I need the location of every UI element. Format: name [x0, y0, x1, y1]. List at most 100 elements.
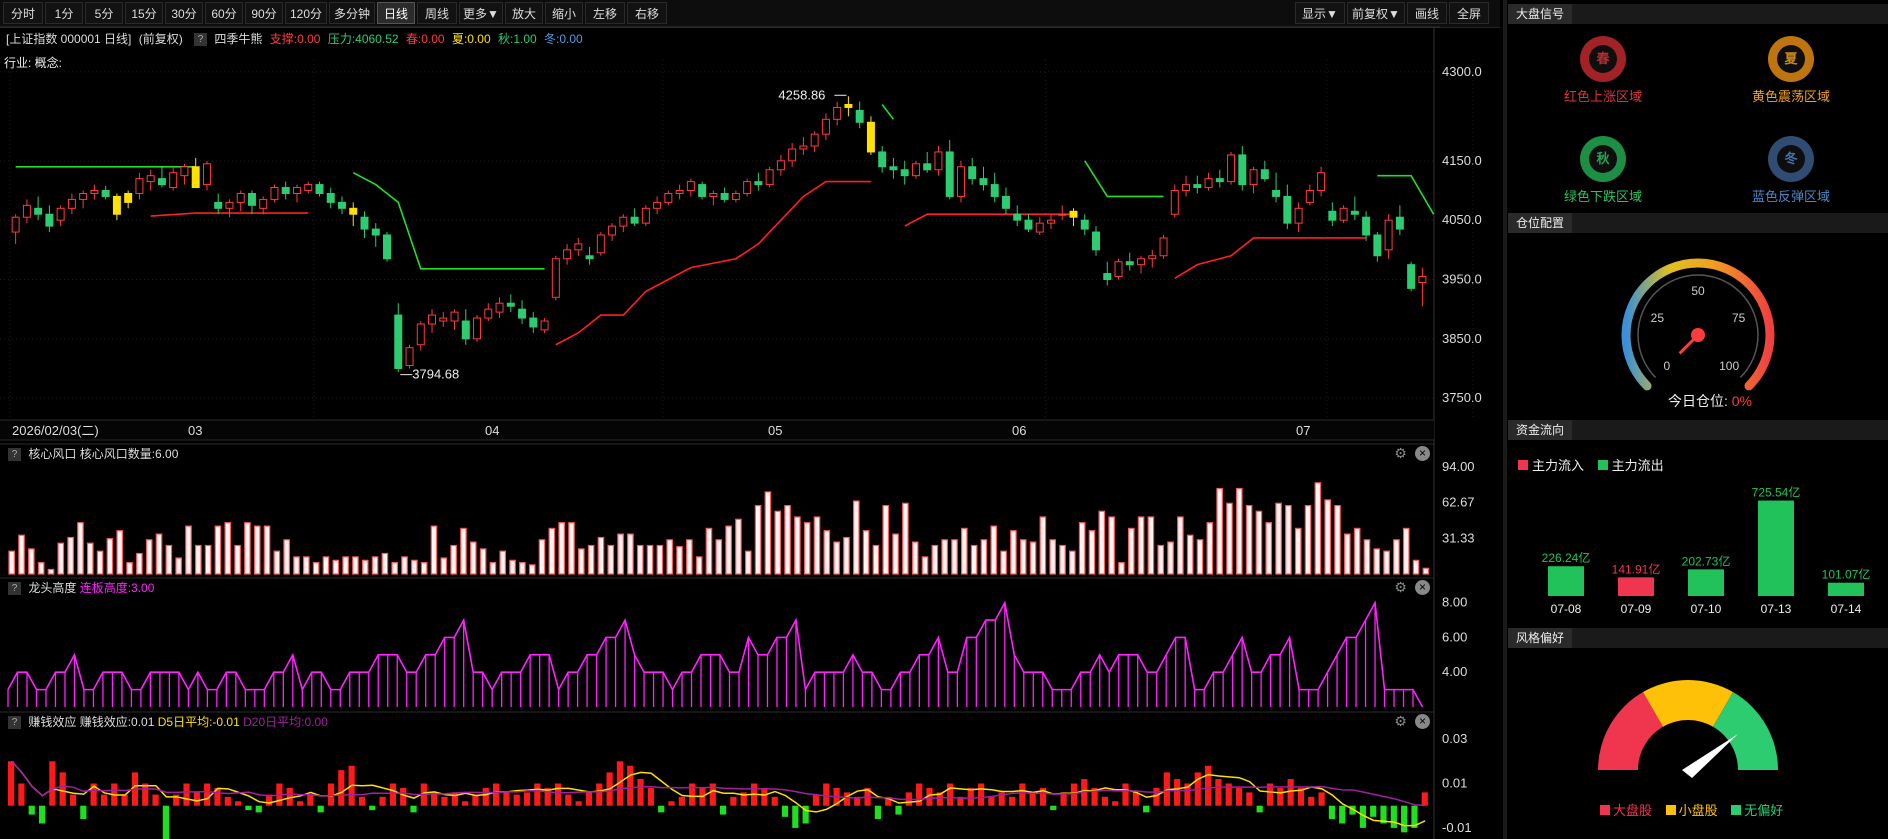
money-effect-bar [379, 796, 386, 806]
core-wind-bar [303, 556, 310, 575]
candle [956, 160, 965, 203]
help-icon[interactable]: ? [8, 448, 21, 462]
candle-body [1001, 195, 1010, 209]
candle-body [1204, 178, 1213, 189]
candle [112, 193, 121, 221]
candle [1159, 235, 1168, 259]
candle [945, 140, 954, 200]
money-effect-bar [183, 783, 190, 806]
money-effect-bar [28, 805, 35, 815]
close-icon[interactable]: × [1415, 580, 1430, 595]
candle-body [45, 213, 54, 227]
candle [1125, 252, 1134, 271]
candle-body [450, 311, 459, 322]
fund-flow-value: 725.54亿 [1752, 485, 1801, 500]
panel-tick-label: 31.33 [1442, 530, 1475, 545]
season-badge-icon: 夏 [1768, 36, 1814, 82]
money-effect-bar [472, 794, 479, 806]
candle-body [855, 109, 864, 123]
core-wind-bar [1255, 510, 1263, 575]
money-effect-bar [441, 796, 448, 806]
candle-body [540, 320, 549, 331]
money-effect-bar [1215, 779, 1222, 806]
money-effect-bar [369, 805, 376, 811]
season-glyph: 秋 [1589, 145, 1617, 173]
money-effect-bar [1390, 805, 1397, 828]
price-tick-label: 4300.0 [1442, 64, 1482, 79]
money-effect-bar [1070, 783, 1078, 806]
candle-body [529, 317, 538, 328]
support-line [1174, 237, 1367, 279]
season-glyph: 夏 [1777, 45, 1805, 73]
candle-body [596, 234, 605, 254]
money-effect-bar [224, 796, 231, 806]
candle [383, 232, 391, 262]
panel-tick-label: 94.00 [1442, 459, 1475, 474]
candle [225, 199, 234, 218]
money-effect-bar [1401, 805, 1408, 833]
core-wind-bar [646, 544, 654, 575]
money-effect-bar [895, 805, 902, 815]
core-wind-bar [794, 516, 801, 575]
candle-body [495, 302, 504, 313]
money-effect-bar [781, 805, 789, 817]
candle-body [1294, 207, 1303, 224]
core-wind-bar [617, 533, 624, 575]
candle-body [1092, 231, 1100, 251]
x-tick-label: 07 [1296, 423, 1310, 438]
money-effect-bar [193, 792, 200, 806]
money-effect-bar [296, 801, 304, 806]
money-effect-bar [967, 787, 974, 806]
core-wind-bar [1147, 516, 1155, 575]
candle-body [1395, 216, 1404, 230]
candle-body [1114, 261, 1123, 278]
candle-body [135, 178, 144, 194]
season-signal: 秋绿色下跌区域 [1528, 136, 1678, 205]
money-effect-bar [513, 794, 520, 806]
core-wind-bar [145, 539, 153, 575]
help-icon[interactable]: ? [8, 716, 21, 730]
core-wind-bar [872, 544, 880, 575]
core-wind-bar [293, 556, 300, 575]
candle-body [349, 207, 358, 215]
candle [754, 172, 763, 191]
candle [439, 312, 448, 327]
money-effect-bar [1421, 792, 1428, 806]
core-wind-bar [695, 556, 703, 575]
money-effect-bar [585, 792, 593, 806]
candle [1182, 175, 1191, 197]
fund-flow-header: 资金流向 [1508, 420, 1888, 440]
core-wind-bar [597, 536, 605, 575]
candle-body [1407, 264, 1416, 289]
candle [416, 321, 425, 351]
core-wind-bar [1412, 559, 1420, 575]
close-icon[interactable]: × [1415, 446, 1430, 461]
money-effect-bar [977, 783, 985, 806]
candle-body [428, 314, 437, 325]
season-signal: 春红色上涨区域 [1528, 36, 1678, 105]
pressure-line [1084, 160, 1164, 198]
core-wind-bar [391, 561, 399, 575]
candle-body [563, 249, 572, 260]
price-tick-label: 3850.0 [1442, 331, 1482, 346]
candle-body [338, 201, 346, 209]
position-readout: 今日仓位: 0% [1640, 391, 1780, 411]
panel-separator[interactable] [1503, 0, 1507, 839]
price-tick-label: 3750.0 [1442, 390, 1482, 405]
close-icon[interactable]: × [1415, 714, 1430, 729]
candle-body [990, 184, 999, 197]
gauge-tick-label: 25 [1651, 311, 1665, 325]
core-wind-bar [224, 522, 232, 575]
core-wind-bar [833, 541, 840, 575]
gear-icon[interactable]: ⚙ [1393, 714, 1408, 729]
help-icon[interactable]: ? [8, 582, 21, 596]
gear-icon[interactable]: ⚙ [1393, 580, 1408, 595]
core-wind-bar [1069, 550, 1076, 575]
panel-title-dragon-height: ? 龙头高度 连板高度:3.00 [4, 579, 154, 596]
candle-body [776, 160, 785, 171]
gauge-tick-label: 50 [1691, 284, 1705, 298]
candle [495, 297, 504, 319]
money-effect-bar [761, 787, 768, 806]
gear-icon[interactable]: ⚙ [1393, 446, 1408, 461]
core-wind-bar [1039, 516, 1047, 575]
